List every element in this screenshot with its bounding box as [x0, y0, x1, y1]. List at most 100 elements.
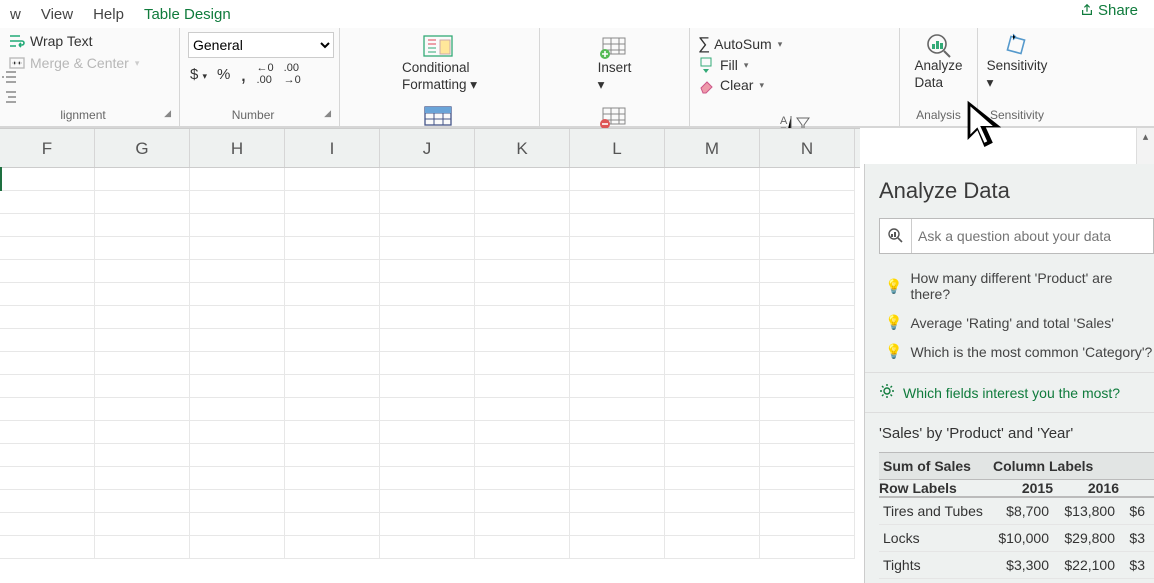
cell[interactable]	[760, 398, 855, 421]
cell[interactable]	[665, 375, 760, 398]
cell[interactable]	[95, 467, 190, 490]
cell[interactable]	[665, 168, 760, 191]
cell[interactable]	[190, 237, 285, 260]
cell[interactable]	[0, 467, 95, 490]
cell[interactable]	[0, 421, 95, 444]
cell[interactable]	[475, 490, 570, 513]
cell[interactable]	[285, 444, 380, 467]
share-button[interactable]: Share	[1080, 2, 1138, 19]
cell[interactable]	[475, 283, 570, 306]
cell[interactable]	[475, 536, 570, 559]
cell[interactable]	[380, 352, 475, 375]
cell[interactable]	[95, 329, 190, 352]
cell[interactable]	[0, 490, 95, 513]
cell[interactable]	[570, 398, 665, 421]
cell[interactable]	[665, 237, 760, 260]
cell[interactable]	[190, 306, 285, 329]
cell[interactable]	[95, 191, 190, 214]
cell[interactable]	[285, 260, 380, 283]
cell[interactable]	[0, 375, 95, 398]
cell[interactable]	[570, 191, 665, 214]
column-header[interactable]: F	[0, 129, 95, 167]
cell[interactable]	[95, 398, 190, 421]
cell[interactable]	[190, 214, 285, 237]
decrease-decimal-button[interactable]: ←0.00	[255, 62, 276, 86]
cell[interactable]	[95, 352, 190, 375]
cell[interactable]	[380, 513, 475, 536]
cell[interactable]	[380, 536, 475, 559]
column-header[interactable]: J	[380, 129, 475, 167]
sensitivity-button[interactable]: Sensitivity▾	[987, 32, 1048, 92]
cell[interactable]	[190, 191, 285, 214]
spreadsheet-grid[interactable]: FGHIJKLMN	[0, 128, 860, 583]
cell[interactable]	[190, 375, 285, 398]
cell[interactable]	[570, 237, 665, 260]
column-header[interactable]: G	[95, 129, 190, 167]
cell[interactable]	[760, 237, 855, 260]
cell[interactable]	[475, 444, 570, 467]
cell[interactable]	[0, 444, 95, 467]
cell[interactable]	[0, 329, 95, 352]
cell[interactable]	[285, 214, 380, 237]
cell[interactable]	[475, 191, 570, 214]
cell[interactable]	[760, 168, 855, 191]
cell[interactable]	[190, 444, 285, 467]
cell[interactable]	[285, 398, 380, 421]
cell[interactable]	[95, 444, 190, 467]
cell[interactable]	[190, 352, 285, 375]
ask-question-box[interactable]	[879, 218, 1154, 254]
column-header[interactable]: L	[570, 129, 665, 167]
cell[interactable]	[570, 513, 665, 536]
cell[interactable]	[95, 375, 190, 398]
cell[interactable]	[285, 513, 380, 536]
cell[interactable]	[665, 421, 760, 444]
cell[interactable]	[665, 283, 760, 306]
cell[interactable]	[760, 375, 855, 398]
column-header[interactable]: M	[665, 129, 760, 167]
cell[interactable]	[475, 513, 570, 536]
cell[interactable]	[380, 214, 475, 237]
cell[interactable]	[760, 214, 855, 237]
cell[interactable]	[95, 490, 190, 513]
ask-question-input[interactable]	[912, 228, 1153, 244]
cell[interactable]	[285, 490, 380, 513]
cell[interactable]	[380, 168, 475, 191]
cell[interactable]	[0, 168, 95, 191]
cell[interactable]	[570, 283, 665, 306]
cell[interactable]	[95, 421, 190, 444]
cell[interactable]	[570, 306, 665, 329]
cell[interactable]	[760, 329, 855, 352]
number-format-select[interactable]: General	[188, 32, 334, 58]
cell[interactable]	[760, 467, 855, 490]
cell[interactable]	[380, 490, 475, 513]
cell[interactable]	[380, 467, 475, 490]
group-label-alignment[interactable]: lignment	[8, 106, 171, 124]
comma-button[interactable]: ,	[238, 68, 248, 80]
cell[interactable]	[0, 513, 95, 536]
cell[interactable]	[665, 191, 760, 214]
cell[interactable]	[380, 375, 475, 398]
cell[interactable]	[760, 490, 855, 513]
column-header[interactable]: K	[475, 129, 570, 167]
cell[interactable]	[760, 191, 855, 214]
cell[interactable]	[475, 306, 570, 329]
cell[interactable]	[380, 237, 475, 260]
cell[interactable]	[95, 237, 190, 260]
cell[interactable]	[665, 513, 760, 536]
cell[interactable]	[475, 421, 570, 444]
cell[interactable]	[760, 260, 855, 283]
cell[interactable]	[570, 467, 665, 490]
cell[interactable]	[475, 237, 570, 260]
cell[interactable]	[380, 421, 475, 444]
cell[interactable]	[190, 467, 285, 490]
cell[interactable]	[95, 168, 190, 191]
cell[interactable]	[760, 513, 855, 536]
cell[interactable]	[285, 168, 380, 191]
cell[interactable]	[285, 375, 380, 398]
cell[interactable]	[665, 536, 760, 559]
indent-increase-icon[interactable]	[2, 88, 20, 106]
cell[interactable]	[0, 306, 95, 329]
cell[interactable]	[0, 214, 95, 237]
cell[interactable]	[285, 191, 380, 214]
cell[interactable]	[570, 444, 665, 467]
